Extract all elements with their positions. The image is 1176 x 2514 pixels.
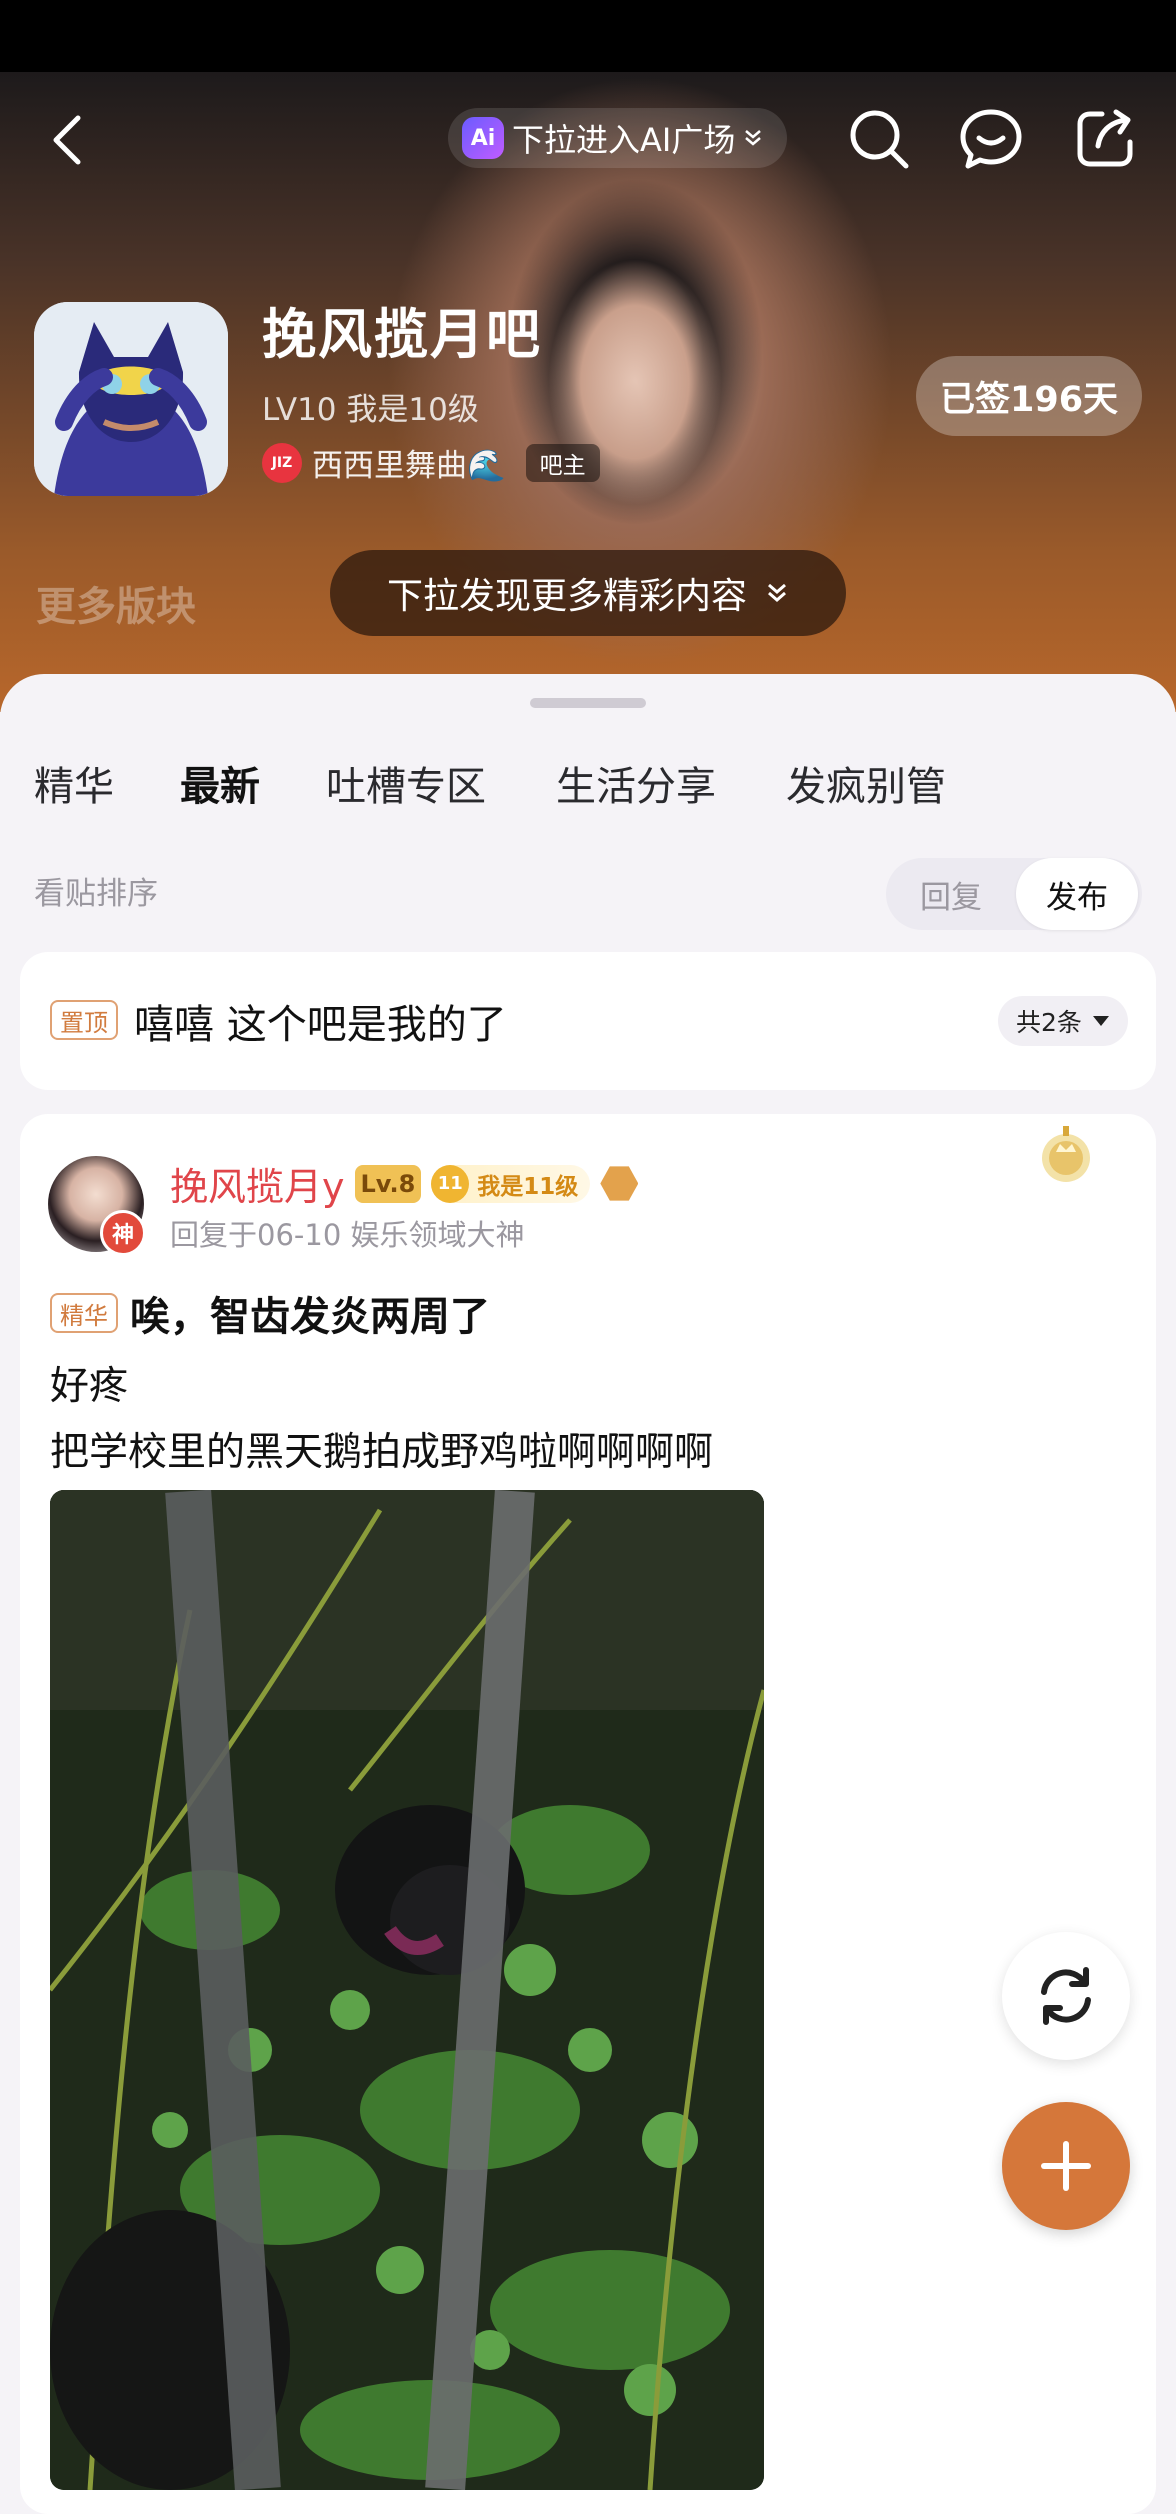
forum-level: LV10 我是10级	[262, 392, 479, 428]
content-sheet: 精华 最新 吐槽专区 生活分享 发疯别管 看贴排序 回复 发布 置顶 嘻嘻 这个…	[0, 674, 1176, 2514]
refresh-icon	[1041, 1967, 1091, 2025]
pinned-posts-card[interactable]: 置顶 嘻嘻 这个吧是我的了 共2条	[20, 952, 1156, 1090]
top-nav: Ai 下拉进入AI广场	[0, 100, 1176, 180]
post-title-row: 精华 唉，智齿发炎两周了	[50, 1284, 490, 1342]
status-bar	[0, 0, 1176, 72]
tab-latest[interactable]: 最新	[179, 754, 261, 812]
signed-in-button[interactable]: 已签196天	[916, 356, 1143, 436]
pinned-count-dropdown[interactable]: 共2条	[998, 996, 1128, 1046]
double-chevron-down-icon	[768, 583, 786, 602]
sort-toggle: 回复 发布	[886, 858, 1142, 930]
forum-avatar-image	[34, 302, 228, 496]
sort-row: 看贴排序 回复 发布	[0, 844, 1176, 930]
tab-essence[interactable]: 精华	[34, 754, 114, 812]
post-body-line: 把学校里的黑天鹅拍成野鸡啦啊啊啊啊	[50, 1430, 714, 1475]
header-background-portrait	[470, 152, 800, 592]
search-icon[interactable]	[846, 106, 912, 172]
ai-plaza-label: 下拉进入AI广场	[512, 121, 736, 159]
essence-tag: 精华	[50, 1293, 118, 1333]
share-icon[interactable]	[1072, 106, 1138, 172]
forum-avatar[interactable]	[34, 302, 228, 496]
medal-number: 11	[431, 1164, 470, 1203]
ai-plaza-entry[interactable]: Ai 下拉进入AI广场	[448, 108, 788, 168]
crown-medal-icon	[1042, 1126, 1090, 1182]
sort-option-reply[interactable]: 回复	[890, 858, 1012, 930]
post-meta: 回复于06-10 娱乐领域大神	[170, 1218, 525, 1252]
message-icon[interactable]	[958, 106, 1024, 172]
pinned-tag: 置顶	[50, 1000, 118, 1040]
new-post-button[interactable]	[1002, 2102, 1130, 2230]
forum-title: 挽风揽月吧	[262, 303, 542, 366]
post-body: 好疼 把学校里的黑天鹅拍成野鸡啦啊啊啊啊	[50, 1354, 713, 1486]
owner-role-badge: 吧主	[525, 443, 600, 482]
level-badge: Lv.8	[354, 1164, 422, 1203]
sort-option-publish[interactable]: 发布	[1016, 858, 1138, 930]
post-photo[interactable]	[50, 1490, 764, 2490]
medal-label: 我是11级	[477, 1173, 579, 1200]
post-title[interactable]: 唉，智齿发炎两周了	[130, 1284, 490, 1342]
ai-logo-icon: Ai	[462, 117, 504, 159]
pinned-count-label: 共2条	[1016, 1008, 1082, 1037]
double-chevron-down-icon	[745, 130, 762, 146]
refresh-button[interactable]	[1002, 1932, 1130, 2060]
god-badge: 神	[100, 1210, 146, 1256]
pinned-post-title[interactable]: 嘻嘻 这个吧是我的了	[134, 992, 507, 1050]
tab-latest-label: 最新	[180, 764, 260, 810]
caret-down-icon	[1092, 1016, 1109, 1026]
sort-label: 看贴排序	[34, 876, 158, 912]
tab-life-share[interactable]: 生活分享	[556, 754, 716, 812]
tab-crazy[interactable]: 发疯别管	[786, 754, 946, 812]
owner-avatar: JIZ	[262, 442, 302, 483]
post-author-name[interactable]: 挽风揽月y	[170, 1156, 345, 1211]
more-sections-label[interactable]: 更多版块	[36, 574, 196, 632]
tab-complaints[interactable]: 吐槽专区	[326, 754, 486, 812]
discover-more-pill[interactable]: 下拉发现更多精彩内容	[330, 550, 846, 636]
post-card[interactable]: 神 挽风揽月y Lv.8 11 我是11级 回复于06-10 娱乐领域大神 精华…	[20, 1114, 1156, 2514]
post-photo-image	[50, 1490, 764, 2490]
post-author-row: 挽风揽月y Lv.8 11 我是11级	[170, 1156, 639, 1211]
plus-icon	[1041, 2141, 1091, 2191]
sheet-drag-handle[interactable]	[530, 698, 646, 708]
hexagon-badge-icon	[600, 1166, 639, 1201]
discover-more-label: 下拉发现更多精彩内容	[386, 576, 747, 617]
back-arrow-icon[interactable]	[46, 114, 90, 166]
member-medal: 11 我是11级	[431, 1164, 591, 1203]
tab-bar: 精华 最新 吐槽专区 生活分享 发疯别管	[0, 754, 1176, 834]
owner-name: 西西里舞曲🌊	[312, 448, 506, 484]
post-body-line: 好疼	[50, 1364, 129, 1409]
forum-owner[interactable]: JIZ 西西里舞曲🌊 吧主	[262, 440, 600, 485]
